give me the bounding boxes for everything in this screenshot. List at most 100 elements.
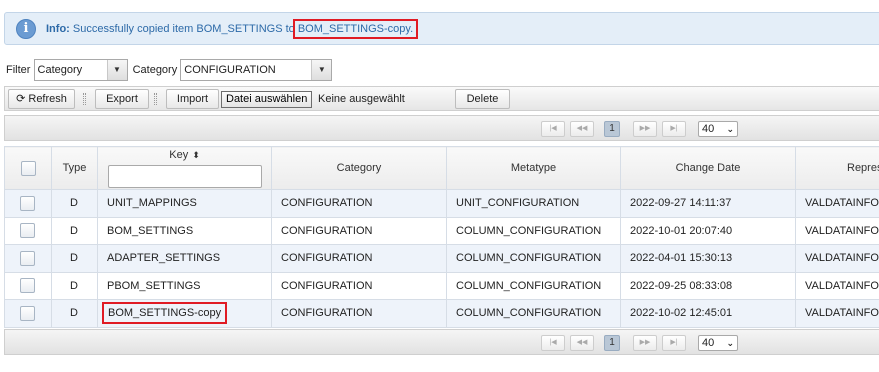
row-checkbox-cell [4,189,52,218]
file-status: Keine ausgewählt [318,93,405,105]
key-header-label: Key [169,149,189,161]
last-page-icon[interactable]: ▶| [662,121,686,137]
table-row[interactable]: D UNIT_MAPPINGS CONFIGURATION UNIT_CONFI… [4,189,879,218]
toolbar-separator [154,93,157,105]
cell-key: BOM_SETTINGS-copy [97,299,272,328]
column-header-type[interactable]: Type [51,146,98,190]
row-checkbox[interactable] [20,278,35,294]
page-size-select[interactable]: 40 ⌄ [698,335,738,351]
choose-file-button[interactable]: Datei auswählen [221,91,313,108]
cell-repres: VALDATAINFO [795,271,879,300]
cell-metatype: COLUMN_CONFIGURATION [446,271,621,300]
page-size-value: 40 [702,123,715,135]
prev-page-icon[interactable]: ◀◀ [570,335,594,351]
export-button[interactable]: Export [95,89,149,109]
cell-metatype: COLUMN_CONFIGURATION [446,216,621,245]
refresh-icon: ⟳ [16,93,26,105]
refresh-label: Refresh [28,93,67,105]
row-checkbox[interactable] [20,195,35,211]
column-header-change-date[interactable]: Change Date [620,146,796,190]
column-header-category[interactable]: Category [271,146,447,190]
cell-category: CONFIGURATION [271,189,447,218]
info-message-bar: i Info: Successfully copied item BOM_SET… [4,12,879,45]
data-table: Type Key ⬍ Category Metatype Change Date … [4,146,879,328]
table-row[interactable]: D BOM_SETTINGS CONFIGURATION COLUMN_CONF… [4,216,879,245]
key-filter-input[interactable] [107,165,262,188]
filter-label: Filter [6,64,31,76]
cell-category: CONFIGURATION [271,299,447,328]
export-label: Export [106,93,138,105]
info-target-highlight: BOM_SETTINGS-copy. [292,19,419,39]
column-header-metatype[interactable]: Metatype [446,146,621,190]
column-header-repres[interactable]: Repres [795,146,879,190]
chevron-down-icon: ⌄ [726,124,734,134]
prev-page-icon[interactable]: ◀◀ [570,121,594,137]
next-page-icon[interactable]: ▶▶ [633,335,657,351]
cell-key: UNIT_MAPPINGS [97,189,272,218]
info-icon: i [16,19,36,39]
cell-repres: VALDATAINFO [795,216,879,245]
pager-bottom: |◀ ◀◀ 1 ▶▶ ▶| 40 ⌄ [4,329,879,355]
column-header-key[interactable]: Key ⬍ [97,146,272,190]
cell-category: CONFIGURATION [271,244,447,273]
cell-key: PBOM_SETTINGS [97,271,272,300]
info-prefix: Info: [46,23,70,35]
toolbar: ⟳ Refresh Export Import Datei auswählen … [4,86,879,111]
highlighted-key: BOM_SETTINGS-copy [102,302,228,325]
page-size-select[interactable]: 40 ⌄ [698,121,738,137]
dropdown-arrow-icon: ▼ [106,60,127,80]
toolbar-separator [83,93,86,105]
cell-change-date: 2022-04-01 15:30:13 [620,244,796,273]
select-all-header [4,146,52,190]
sort-icon: ⬍ [192,150,200,160]
category-select-value: CONFIGURATION [184,64,276,76]
row-checkbox[interactable] [20,305,35,321]
cell-change-date: 2022-09-25 08:33:08 [620,271,796,300]
row-checkbox[interactable] [20,250,35,266]
import-label: Import [176,93,209,105]
filter-select[interactable]: Category ▼ [33,59,128,81]
table-header-row: Type Key ⬍ Category Metatype Change Date … [4,146,879,190]
first-page-icon[interactable]: |◀ [541,335,565,351]
filter-select-value: Category [37,64,83,76]
table-row[interactable]: D ADAPTER_SETTINGS CONFIGURATION COLUMN_… [4,244,879,273]
last-page-icon[interactable]: ▶| [662,335,686,351]
cell-change-date: 2022-09-27 14:11:37 [620,189,796,218]
info-message: Info: Successfully copied item BOM_SETTI… [46,19,419,39]
row-checkbox-cell [4,244,52,273]
cell-change-date: 2022-10-02 12:45:01 [620,299,796,328]
cell-type: D [51,216,98,245]
category-label: Category [132,64,178,76]
cell-change-date: 2022-10-01 20:07:40 [620,216,796,245]
dropdown-arrow-icon: ▼ [311,60,332,80]
cell-metatype: UNIT_CONFIGURATION [446,189,621,218]
cell-metatype: COLUMN_CONFIGURATION [446,299,621,328]
refresh-button[interactable]: ⟳ Refresh [8,89,75,109]
row-checkbox-cell [4,271,52,300]
cell-key: BOM_SETTINGS [97,216,272,245]
row-checkbox-cell [4,299,52,328]
cell-key: ADAPTER_SETTINGS [97,244,272,273]
cell-repres: VALDATAINFO [795,189,879,218]
cell-category: CONFIGURATION [271,216,447,245]
current-page: 1 [604,335,620,351]
filter-row: Filter Category ▼ Category CONFIGURATION… [6,59,333,81]
delete-label: Delete [466,93,499,105]
cell-type: D [51,299,98,328]
first-page-icon[interactable]: |◀ [541,121,565,137]
row-checkbox[interactable] [20,223,35,239]
cell-category: CONFIGURATION [271,271,447,300]
row-checkbox-cell [4,216,52,245]
page-size-value: 40 [702,337,715,349]
cell-repres: VALDATAINFO [795,244,879,273]
cell-type: D [51,189,98,218]
table-row[interactable]: D PBOM_SETTINGS CONFIGURATION COLUMN_CON… [4,271,879,300]
select-all-checkbox[interactable] [20,160,36,176]
chevron-down-icon: ⌄ [726,338,734,348]
category-select[interactable]: CONFIGURATION ▼ [180,59,333,81]
table-row[interactable]: D BOM_SETTINGS-copy CONFIGURATION COLUMN… [4,299,879,328]
current-page: 1 [604,121,620,137]
next-page-icon[interactable]: ▶▶ [633,121,657,137]
delete-button[interactable]: Delete [455,89,510,109]
import-button[interactable]: Import [166,89,219,109]
